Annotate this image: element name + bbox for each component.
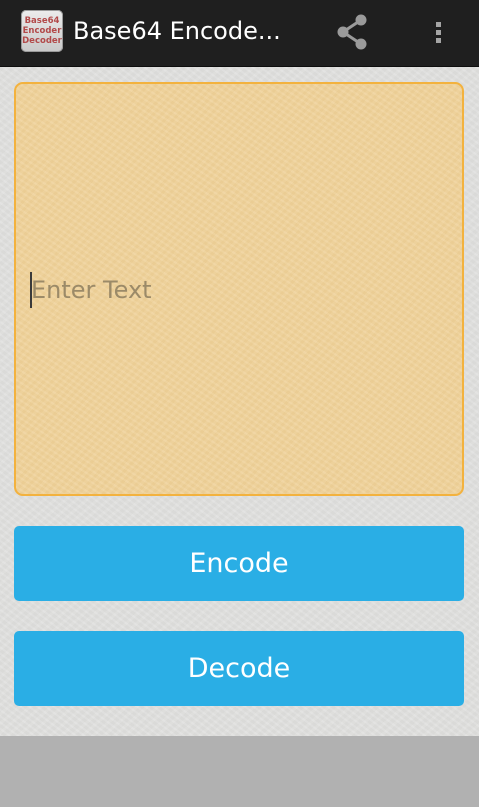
- overflow-menu-icon-graphic: [436, 22, 441, 43]
- decode-button[interactable]: Decode: [14, 631, 464, 706]
- input-placeholder: Enter Text: [31, 276, 152, 304]
- app-icon-line-2: Encoder: [22, 26, 62, 36]
- text-input-area[interactable]: Enter Text: [14, 82, 464, 496]
- app-title: Base64 Encode...: [73, 17, 281, 45]
- share-icon[interactable]: [333, 12, 373, 52]
- action-bar: Base64 Encoder Decoder Base64 Encode...: [0, 0, 479, 67]
- bottom-area: [0, 736, 479, 807]
- app-icon-line-1: Base64: [24, 16, 60, 26]
- app-icon[interactable]: Base64 Encoder Decoder: [21, 10, 63, 52]
- encode-button[interactable]: Encode: [14, 526, 464, 601]
- overflow-menu-icon[interactable]: [426, 18, 450, 46]
- main-content: Enter Text Encode Decode: [0, 67, 479, 736]
- app-icon-line-3: Decoder: [22, 36, 62, 46]
- share-icon-graphic: [337, 14, 367, 50]
